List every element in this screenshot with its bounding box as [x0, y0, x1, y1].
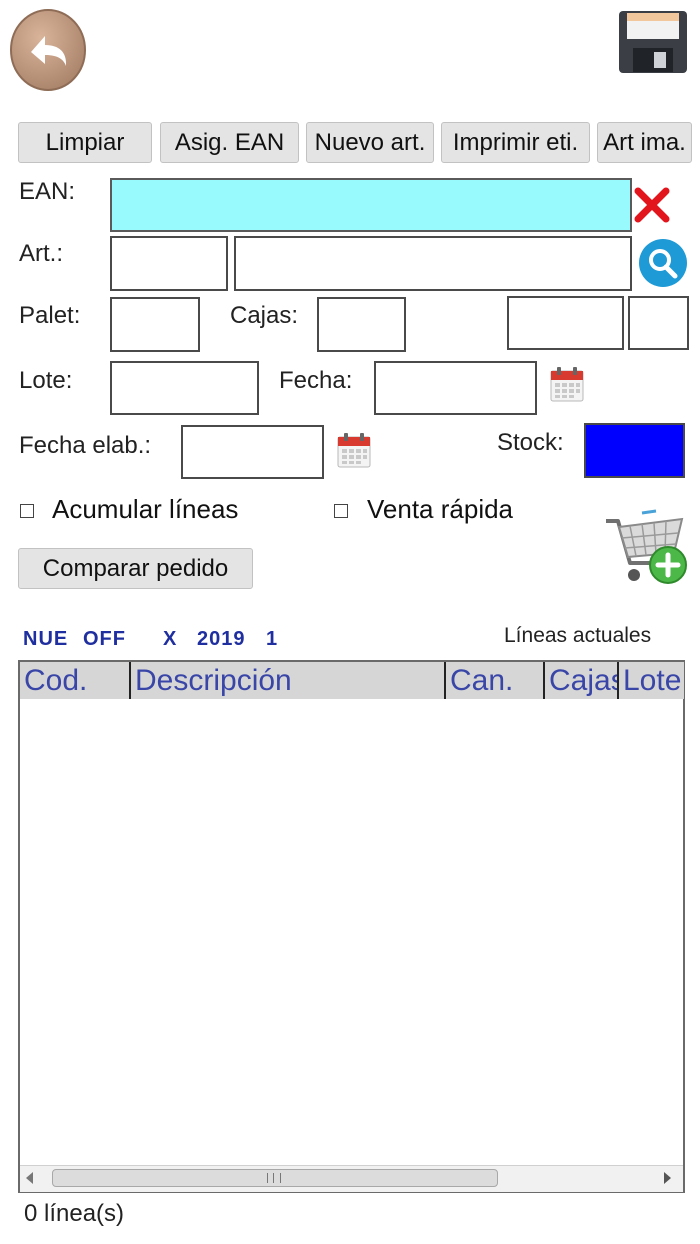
save-button[interactable] [618, 10, 688, 74]
add-to-cart-button[interactable] [600, 505, 690, 587]
calendar-icon [550, 367, 584, 402]
search-icon [639, 239, 687, 287]
stock-label: Stock: [497, 429, 564, 456]
column-header-cajas[interactable]: Cajas [545, 662, 619, 699]
add-to-cart-icon [606, 509, 687, 584]
grid-horizontal-scrollbar[interactable] [20, 1165, 683, 1192]
calendar-icon [337, 433, 371, 468]
back-arrow-icon [10, 9, 86, 91]
clear-ean-button[interactable] [633, 186, 671, 224]
status-x: X [163, 628, 178, 650]
grip-icon [267, 1173, 281, 1183]
palet-input[interactable] [110, 297, 200, 352]
venta-rapida-label[interactable]: Venta rápida [367, 494, 513, 525]
ean-label: EAN: [19, 178, 76, 205]
lineas-actuales-label: Líneas actuales [504, 624, 652, 647]
lines-grid[interactable] [18, 660, 685, 1193]
column-header-can[interactable]: Can. [446, 662, 545, 699]
back-button[interactable] [9, 8, 87, 92]
scrollbar-thumb[interactable] [52, 1169, 498, 1187]
art-label: Art.: [19, 240, 64, 267]
fecha-elab-label: Fecha elab.: [19, 432, 152, 459]
status-year: 2019 [197, 628, 246, 650]
lote-input[interactable] [110, 361, 259, 415]
art-description-input[interactable] [234, 236, 632, 291]
comparar-pedido-button[interactable]: Comparar pedido [18, 548, 253, 589]
fecha-calendar-button[interactable] [550, 366, 584, 402]
art-ima-button[interactable]: Art ima. [597, 122, 692, 163]
status-nue: NUE [23, 628, 69, 650]
fecha-elab-input[interactable] [181, 425, 324, 479]
close-icon [634, 187, 670, 223]
column-header-descripcion[interactable]: Descripción [131, 662, 446, 699]
scroll-left-arrow-icon[interactable] [26, 1172, 33, 1184]
acumular-lineas-label[interactable]: Acumular líneas [52, 494, 238, 525]
status-off: OFF [83, 628, 126, 650]
stock-indicator [584, 423, 685, 478]
extra-input-2[interactable] [628, 296, 689, 350]
cajas-label: Cajas: [230, 302, 299, 329]
grid-header: Cod. Descripción Can. Cajas Lote [20, 662, 684, 699]
fecha-elab-calendar-button[interactable] [337, 432, 371, 468]
fecha-label: Fecha: [279, 367, 353, 394]
art-code-input[interactable] [110, 236, 228, 291]
column-header-lote[interactable]: Lote [619, 662, 684, 699]
scroll-right-arrow-icon[interactable] [664, 1172, 671, 1184]
nuevo-art-button[interactable]: Nuevo art. [306, 122, 434, 163]
search-article-button[interactable] [637, 238, 689, 288]
asig-ean-button[interactable]: Asig. EAN [160, 122, 299, 163]
status-number: 1 [266, 628, 279, 650]
column-header-cod[interactable]: Cod. [20, 662, 131, 699]
imprimir-eti-button[interactable]: Imprimir eti. [441, 122, 590, 163]
cajas-input[interactable] [317, 297, 406, 352]
acumular-lineas-checkbox[interactable] [20, 504, 34, 518]
venta-rapida-checkbox[interactable] [334, 504, 348, 518]
ean-input[interactable] [110, 178, 632, 232]
palet-label: Palet: [19, 302, 81, 329]
limpiar-button[interactable]: Limpiar [18, 122, 152, 163]
floppy-disk-icon [619, 11, 687, 73]
lote-label: Lote: [19, 367, 73, 394]
fecha-input[interactable] [374, 361, 537, 415]
extra-input-1[interactable] [507, 296, 624, 350]
row-count: 0 línea(s) [24, 1200, 125, 1227]
